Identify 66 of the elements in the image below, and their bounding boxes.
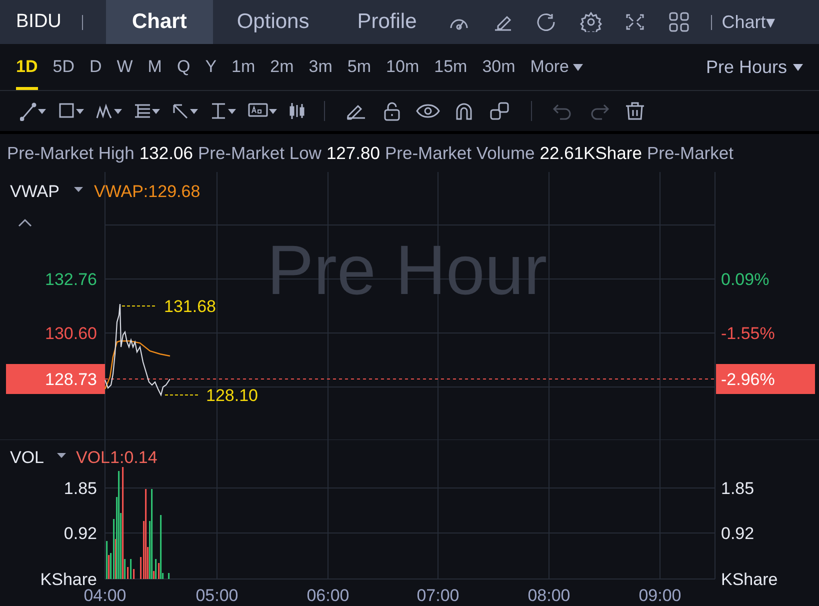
- indicator-name[interactable]: VWAP: [10, 182, 60, 201]
- volume-axis-label: 0.92: [721, 524, 754, 543]
- stat-label: Pre-Market Volume: [384, 142, 535, 164]
- period-tab[interactable]: Y: [205, 44, 217, 90]
- time-axis-label: 06:00: [306, 586, 350, 605]
- leader-line: [164, 394, 200, 396]
- period-tab[interactable]: 30m: [482, 44, 516, 90]
- period-tab[interactable]: 10m: [386, 44, 420, 90]
- percent-axis-label: 0.09%: [721, 270, 770, 289]
- stat-value: 132.06: [139, 142, 193, 164]
- chart-menu[interactable]: Chart▾: [722, 11, 775, 33]
- measure-tool-icon[interactable]: [210, 101, 238, 121]
- pattern-tool-icon[interactable]: [96, 101, 124, 121]
- volume-axis-label: 1.85: [64, 479, 97, 498]
- high-marker-label: 131.68: [164, 297, 216, 316]
- time-axis-label: 07:00: [416, 586, 460, 605]
- period-tab[interactable]: 5D: [52, 44, 74, 90]
- caret-icon: [793, 64, 803, 70]
- ticker-symbol: BIDU: [15, 11, 62, 33]
- stat-label: Pre-Market: [646, 142, 734, 164]
- dropdown-icon[interactable]: [57, 453, 66, 458]
- time-axis-label: 09:00: [638, 586, 682, 605]
- stat-value: 127.80: [326, 142, 380, 164]
- time-axis-label: 05:00: [196, 586, 238, 605]
- volume-axis-label: 0.92: [64, 524, 97, 543]
- dropdown-icon[interactable]: [74, 187, 83, 192]
- price-axis-label: 132.76: [45, 270, 97, 289]
- collapse-icon[interactable]: [18, 218, 32, 227]
- vwap-line: [104, 340, 170, 390]
- indicator-name[interactable]: VOL: [10, 448, 44, 467]
- period-tab[interactable]: Q: [176, 44, 190, 90]
- volume-axis-label: 1.85: [721, 479, 754, 498]
- price-axis-label: 130.60: [45, 324, 97, 343]
- stat-value: 22.61KShare: [540, 142, 642, 164]
- tab[interactable]: Options: [212, 0, 334, 44]
- current-change-badge: -2.96%: [716, 364, 815, 394]
- candlestick-icon[interactable]: [288, 101, 306, 121]
- rectangle-tool-icon[interactable]: [58, 101, 86, 121]
- period-tab[interactable]: 2m: [270, 44, 294, 90]
- stat-label: Pre-Market High: [7, 142, 134, 164]
- period-tab[interactable]: 3m: [308, 44, 332, 90]
- current-price-badge: 128.73: [6, 364, 105, 394]
- stat-label: Pre-Market Low: [198, 142, 322, 164]
- grid-icon[interactable]: [666, 12, 691, 32]
- tab[interactable]: Chart: [106, 0, 213, 44]
- settings-icon[interactable]: [578, 12, 603, 32]
- period-tab[interactable]: 5m: [347, 44, 372, 90]
- low-marker-label: 128.10: [206, 386, 258, 405]
- more-menu[interactable]: More: [530, 57, 584, 77]
- period-tab[interactable]: M: [148, 44, 162, 90]
- period-tab[interactable]: 1D: [16, 44, 38, 90]
- line-tool-icon[interactable]: [20, 101, 48, 121]
- time-axis-label: 08:00: [528, 586, 570, 605]
- period-tab[interactable]: D: [89, 44, 102, 90]
- indicator-value: VOL1:0.14: [76, 448, 158, 467]
- caret-icon: [573, 64, 584, 70]
- volume-axis-label: KShare: [721, 570, 778, 589]
- session-dropdown[interactable]: Pre Hours: [706, 56, 803, 78]
- volume-axis-label: KShare: [40, 570, 97, 589]
- indicator-value: VWAP:129.68: [94, 182, 200, 201]
- tab[interactable]: Profile: [333, 0, 441, 44]
- percent-axis-label: -1.55%: [721, 324, 775, 343]
- period-tab[interactable]: W: [116, 44, 133, 90]
- time-axis-label: 04:00: [84, 586, 126, 605]
- period-tab[interactable]: 15m: [434, 44, 468, 90]
- period-tab[interactable]: 1m: [232, 44, 256, 90]
